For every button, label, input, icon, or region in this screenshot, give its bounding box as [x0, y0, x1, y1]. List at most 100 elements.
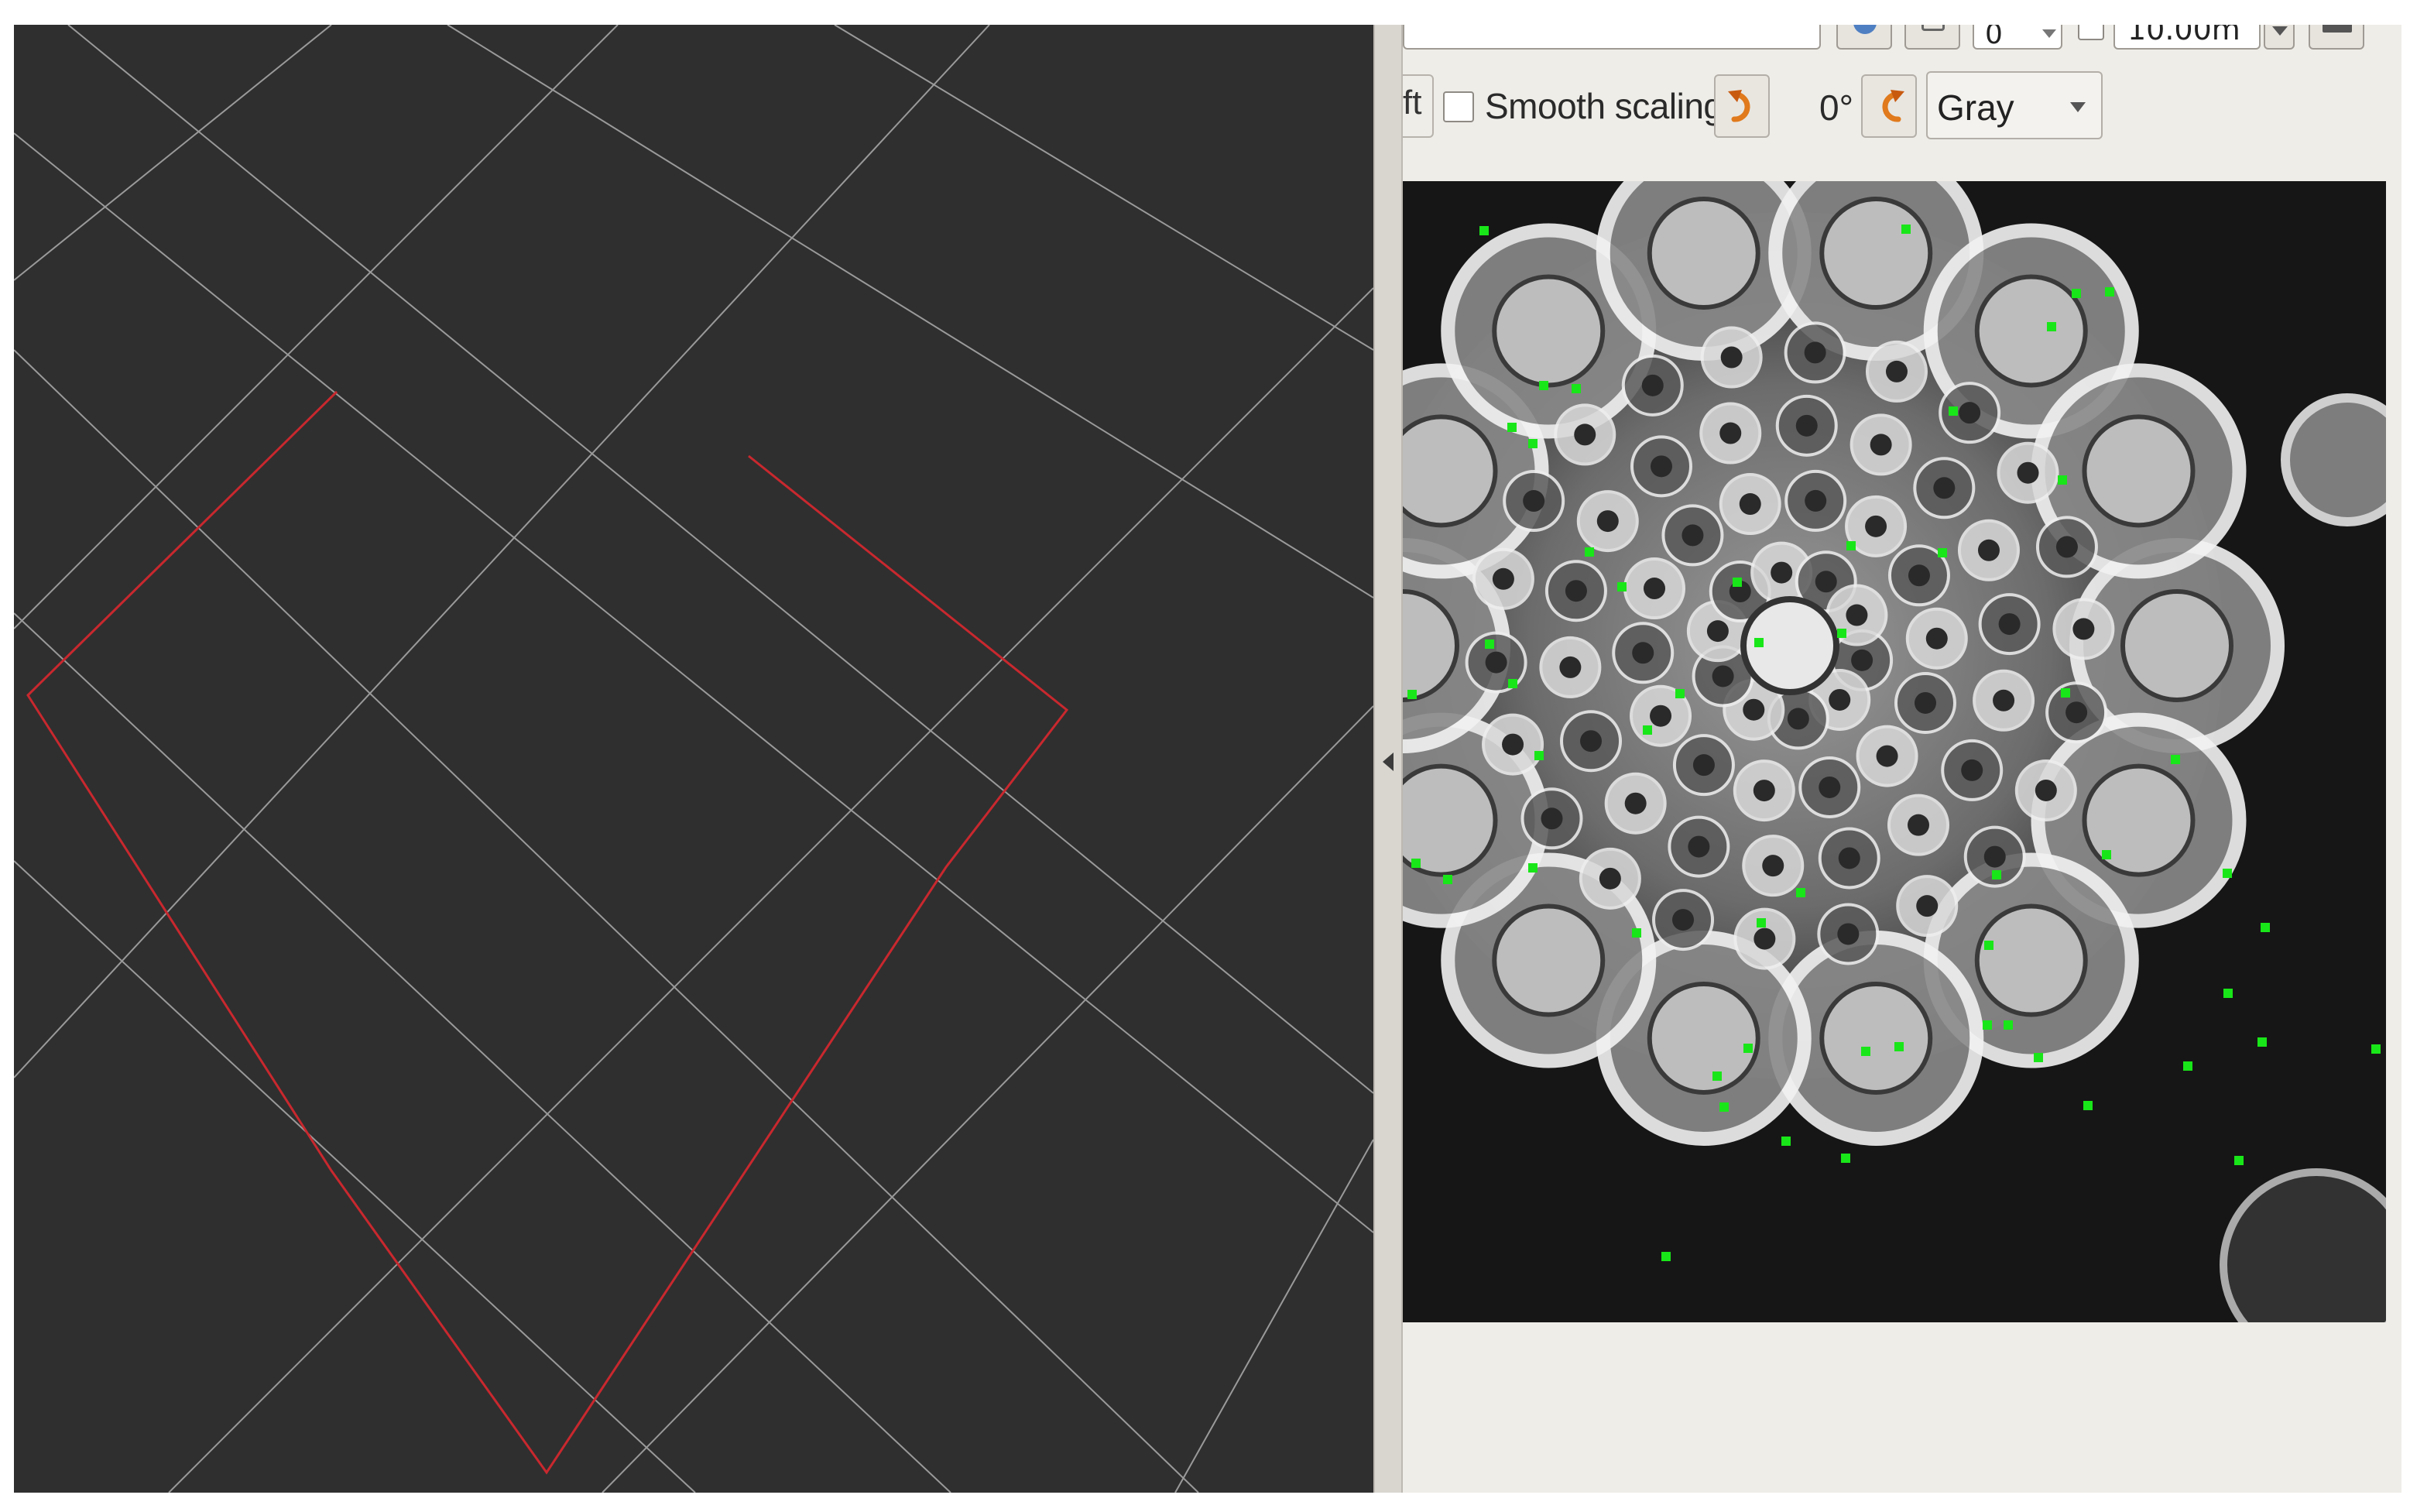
feature-point [1796, 888, 1805, 897]
trajectory-path [26, 390, 1069, 1475]
feature-point [2102, 850, 2111, 859]
grid-line [14, 25, 332, 281]
feature-point [1938, 548, 1947, 557]
feature-point [1407, 690, 1417, 699]
feature-point [2183, 1061, 2192, 1071]
feature-point [1861, 1047, 1870, 1056]
feature-point [2105, 287, 2114, 297]
color-scheme-select[interactable]: Gray [1926, 71, 2103, 139]
chevron-down-icon [2070, 102, 2086, 112]
clipped-button-label: ft [1403, 84, 1422, 122]
feature-point [1617, 582, 1627, 591]
feature-point [1846, 541, 1856, 550]
3d-view[interactable] [14, 25, 1373, 1493]
distance-dropdown-button[interactable] [2264, 25, 2295, 50]
feature-point [1534, 751, 1544, 760]
feature-point [1485, 639, 1494, 649]
feature-point [1733, 578, 1742, 587]
feature-point [1757, 918, 1766, 927]
save-icon [1921, 25, 1945, 31]
grid-line [14, 132, 1373, 1233]
feature-point [1712, 1071, 1722, 1081]
color-scheme-value: Gray [1937, 87, 2014, 128]
3d-scene [14, 25, 1373, 1493]
spin-down-icon[interactable] [2042, 29, 2056, 38]
grid-line [14, 860, 696, 1493]
feature-point [1411, 859, 1421, 868]
feature-point [1675, 689, 1685, 698]
feature-point [1539, 381, 1548, 390]
feature-point [2171, 755, 2180, 764]
feature-point [2261, 923, 2270, 932]
distance-input[interactable]: 10.00m [2113, 25, 2261, 50]
smooth-scaling-label[interactable]: Smooth scaling [1485, 85, 1723, 127]
feature-point [1901, 225, 1911, 234]
feature-point [1984, 941, 1993, 950]
feature-point [1443, 875, 1452, 884]
feature-point [2234, 1156, 2244, 1165]
refresh-icon [1853, 25, 1877, 34]
grid-line [14, 612, 951, 1493]
refresh-button[interactable] [1836, 25, 1892, 50]
feature-point [1508, 679, 1517, 688]
feature-point [1528, 863, 1538, 873]
feature-point [2072, 289, 2081, 298]
collapse-arrow-icon[interactable] [1383, 753, 1394, 771]
feature-point [2257, 1037, 2267, 1047]
image-panel: 0 10.00m ft Smooth scaling 0° Gray [1403, 25, 2401, 1493]
grid-line [602, 705, 1373, 1493]
save-button[interactable] [1904, 25, 1960, 50]
feature-point [1528, 439, 1538, 448]
grid-line [67, 25, 1373, 1094]
image-view[interactable] [1403, 181, 2386, 1322]
feature-point [1643, 725, 1652, 735]
feature-point [2034, 1053, 2043, 1062]
rotation-angle: 0° [1819, 87, 1853, 128]
spin-value: 0 [1985, 25, 2003, 50]
spin-box[interactable]: 0 [1973, 25, 2062, 50]
feature-point [2223, 869, 2232, 878]
rotate-left-icon [1728, 90, 1750, 122]
toolbar-end-button[interactable] [2309, 25, 2364, 50]
feature-point [1661, 1252, 1671, 1261]
feature-point [2371, 1044, 2381, 1054]
feature-point [1743, 1044, 1753, 1053]
feature-point [1585, 547, 1594, 557]
grid-line [14, 25, 990, 1078]
feature-point [1841, 1154, 1850, 1163]
feature-point [1949, 406, 1958, 416]
smooth-scaling-checkbox[interactable] [1443, 91, 1474, 122]
feature-point [1894, 1042, 1904, 1051]
feature-point [2047, 322, 2056, 331]
feature-point [1992, 870, 2001, 879]
menu-icon [2323, 25, 2352, 33]
topic-combo[interactable] [1403, 25, 1821, 50]
rotate-right-icon [1882, 90, 1904, 122]
feature-point [1781, 1137, 1791, 1146]
feature-point [1719, 1102, 1729, 1112]
feature-point [1572, 384, 1581, 393]
grid-line [14, 25, 619, 629]
feature-point [2061, 688, 2070, 698]
feature-point [2004, 1020, 2013, 1030]
feature-point [2223, 989, 2233, 998]
feature-point [1479, 226, 1489, 235]
panel-splitter[interactable] [1373, 25, 1403, 1493]
feature-point [2083, 1101, 2093, 1110]
grid-line [14, 349, 1199, 1493]
grid-line [1174, 1139, 1373, 1493]
grid-line [834, 25, 1373, 351]
feature-point [1507, 423, 1517, 432]
chevron-down-icon [2272, 26, 2288, 36]
grid-lines [14, 25, 1373, 1493]
distance-value: 10.00m [2127, 25, 2240, 46]
feature-point [1754, 638, 1764, 647]
feature-point [1983, 1020, 1992, 1030]
rotate-left-button[interactable] [1714, 74, 1770, 138]
rotate-right-button[interactable] [1861, 74, 1917, 138]
camera-image [1403, 181, 2386, 1322]
distance-checkbox[interactable] [2078, 25, 2104, 40]
feature-point [1837, 629, 1846, 638]
feature-point [1632, 928, 1641, 938]
feature-point [2058, 475, 2067, 485]
